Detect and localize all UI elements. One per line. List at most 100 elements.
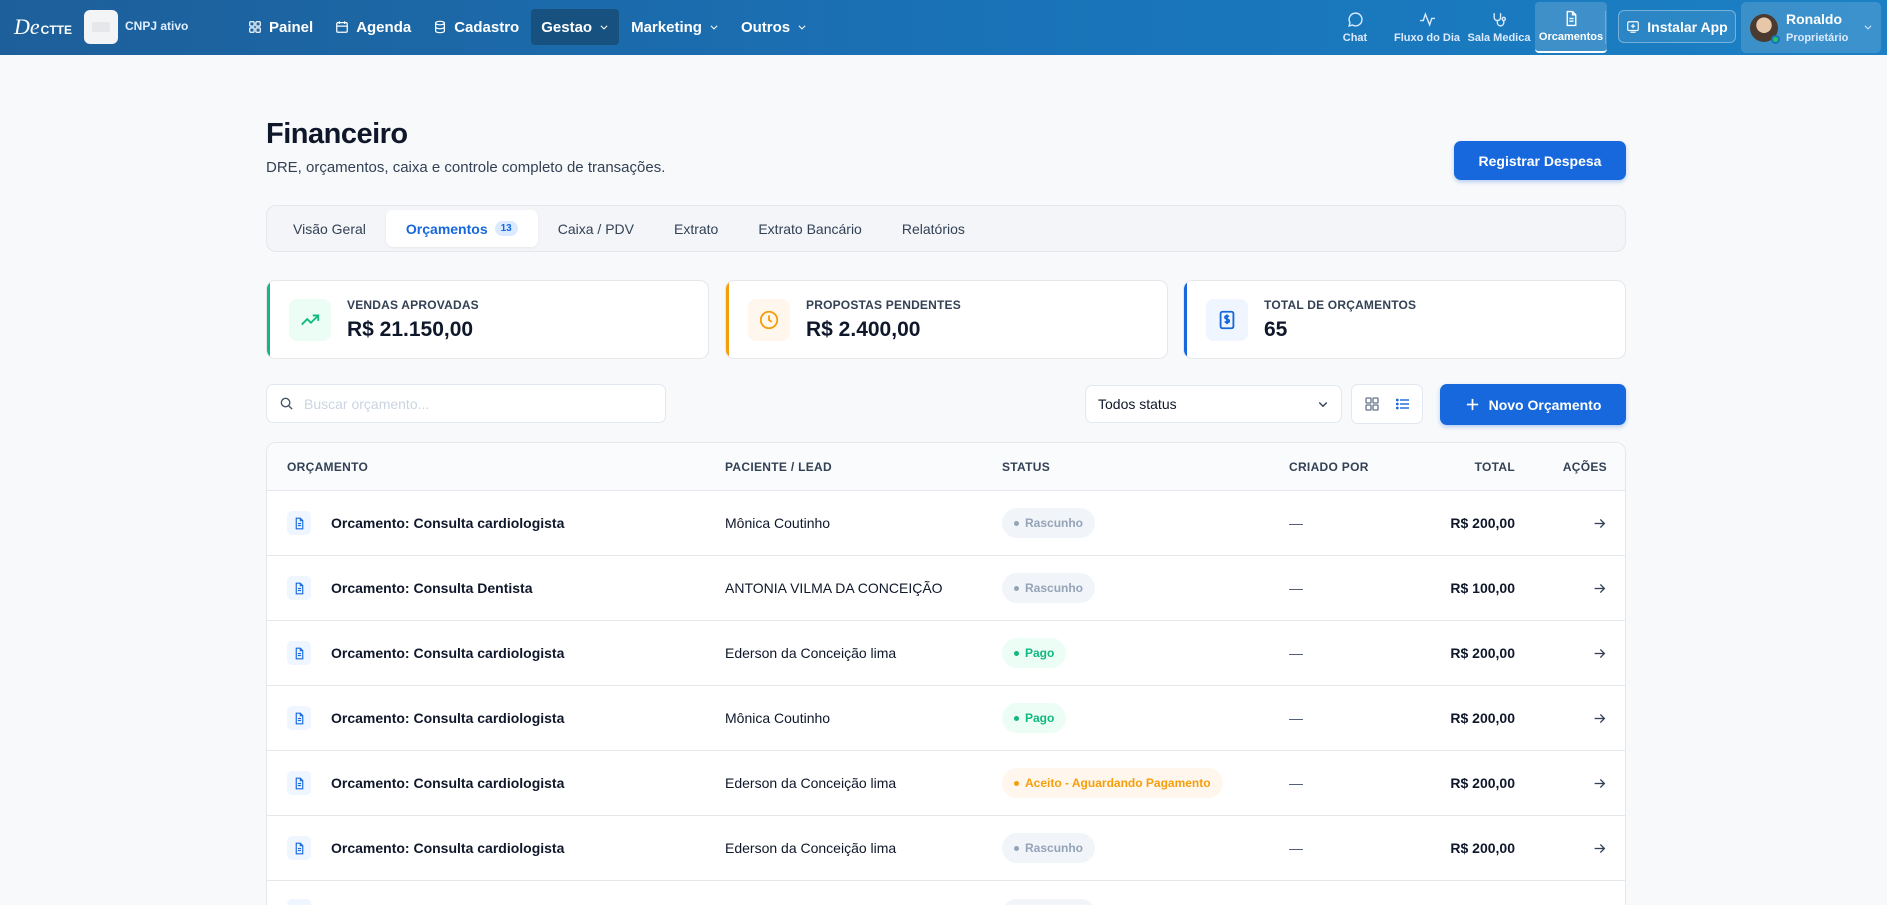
budget-total: R$ 200,00 — [1450, 645, 1515, 661]
user-name: Ronaldo — [1786, 11, 1842, 27]
budget-name: Orcamento: Consulta Dentista — [331, 580, 533, 596]
quick-sala-medica[interactable]: Sala Medica — [1463, 2, 1535, 53]
stat-label: VENDAS APROVADAS — [347, 297, 479, 312]
status-cell: Aceito - Aguardando Pagamento — [1002, 751, 1223, 815]
search-input[interactable] — [304, 395, 644, 412]
clinic-logo[interactable] — [84, 10, 118, 44]
tab-visao-geral[interactable]: Visão Geral — [273, 210, 386, 247]
created-by: — — [1289, 580, 1303, 596]
open-budget-button[interactable] — [1593, 491, 1607, 555]
status-dot — [1014, 780, 1019, 786]
patient-name: Mônica Coutinho — [725, 710, 831, 726]
stat-value: R$ 21.150,00 — [347, 317, 474, 341]
avatar — [1750, 13, 1780, 44]
tab-label: Caixa / PDV — [557, 220, 634, 237]
tab-extrato[interactable]: Extrato — [654, 210, 738, 247]
status-filter-select[interactable]: Todos status — [1085, 385, 1342, 423]
open-budget-button[interactable] — [1593, 816, 1607, 880]
logo-small: CTTE — [40, 23, 72, 37]
chevron-down-icon — [1318, 402, 1328, 408]
finance-tabs: Visão Geral Orçamentos 13 Caixa / PDV Ex… — [266, 205, 1626, 252]
open-budget-button[interactable] — [1593, 686, 1607, 750]
nav-agenda[interactable]: Agenda — [325, 9, 421, 45]
status-badge: Rascunho — [1002, 508, 1096, 538]
search-box — [266, 384, 666, 423]
quick-fluxo-do-dia[interactable]: Fluxo do Dia — [1391, 2, 1463, 53]
tab-extrato-bancario[interactable]: Extrato Bancário — [738, 210, 882, 247]
new-budget-label: Novo Orçamento — [1488, 396, 1602, 413]
nav-painel[interactable]: Painel — [238, 9, 323, 45]
quick-orcamentos[interactable]: Orcamentos — [1535, 2, 1607, 53]
grid-view-button[interactable] — [1358, 390, 1386, 418]
online-status-dot — [1771, 34, 1780, 44]
nav-cadastro[interactable]: Cadastro — [423, 9, 529, 45]
quick-label: Sala Medica — [1467, 32, 1531, 44]
budget-name: Orcamento: Consulta cardiologista — [331, 840, 565, 856]
logo-main: De — [14, 14, 40, 39]
quick-chat[interactable]: Chat — [1319, 2, 1391, 53]
nav-label: Painel — [269, 18, 314, 36]
open-budget-button[interactable] — [1593, 751, 1607, 815]
status-badge: Pago — [1002, 703, 1067, 733]
table-row[interactable]: Orcamento: Consulta cardiologista Ederso… — [267, 816, 1625, 881]
table-row[interactable]: Orcamento: Consulta cardiologista Ederso… — [267, 621, 1625, 686]
tab-label: Visão Geral — [293, 220, 366, 237]
view-toggle — [1351, 384, 1423, 424]
open-budget-button[interactable] — [1593, 621, 1607, 685]
quick-label: Fluxo do Dia — [1394, 32, 1460, 44]
stat-value: 65 — [1264, 317, 1288, 341]
tab-count-badge: 13 — [494, 221, 518, 236]
tab-label: Extrato — [673, 220, 719, 237]
register-expense-button[interactable]: Registrar Despesa — [1454, 141, 1626, 180]
new-budget-button[interactable]: Novo Orçamento — [1440, 384, 1626, 425]
nav-label: Outros — [740, 18, 791, 36]
stat-value: R$ 2.400,00 — [806, 317, 921, 341]
app-logo[interactable]: De CTTE — [14, 14, 72, 40]
table-row[interactable]: Orcamento: Consulta cardiologista Mônica… — [267, 686, 1625, 751]
status-badge: Pago — [1002, 638, 1067, 668]
nav-label: Gestao — [541, 18, 593, 36]
user-menu[interactable]: Ronaldo Proprietário — [1741, 2, 1881, 53]
nav-outros[interactable]: Outros — [731, 9, 817, 45]
status-cell: Rascunho — [1002, 556, 1096, 620]
list-view-button[interactable] — [1389, 390, 1417, 418]
col-header-created-by[interactable]: CRIADO POR — [1289, 460, 1369, 474]
database-icon — [435, 20, 446, 34]
install-app-button[interactable]: Instalar App — [1618, 10, 1736, 43]
page-subtitle: DRE, orçamentos, caixa e controle comple… — [266, 159, 666, 176]
col-header-budget[interactable]: ORÇAMENTO — [287, 460, 368, 474]
status-dot — [1014, 585, 1019, 591]
table-row[interactable]: Orcamento: Consulta cardiologista Mônica… — [267, 491, 1625, 556]
col-header-total[interactable]: TOTAL — [1475, 460, 1515, 474]
budget-name: Orcamento: Consulta cardiologista — [331, 515, 565, 531]
open-budget-button[interactable] — [1593, 556, 1607, 620]
topbar-divider — [1605, 11, 1606, 44]
clock-icon — [748, 298, 790, 341]
nav-marketing[interactable]: Marketing — [621, 9, 729, 45]
stat-label: TOTAL DE ORÇAMENTOS — [1264, 297, 1417, 312]
quick-label: Chat — [1342, 32, 1368, 44]
col-header-status[interactable]: STATUS — [1002, 460, 1050, 474]
table-row[interactable]: Orcamento: Consulta cardiologista Ederso… — [267, 751, 1625, 816]
status-badge: Rascunho — [1002, 833, 1096, 863]
budgets-table: ORÇAMENTO PACIENTE / LEAD STATUS CRIADO … — [266, 442, 1626, 905]
tab-caixa-pdv[interactable]: Caixa / PDV — [538, 210, 654, 247]
nav-label: Cadastro — [454, 18, 520, 36]
budget-total: R$ 100,00 — [1450, 580, 1515, 596]
tab-orcamentos[interactable]: Orçamentos 13 — [385, 210, 538, 247]
nav-gestao[interactable]: Gestao — [531, 9, 620, 45]
status-badge: Rascunho — [1002, 573, 1096, 603]
quick-label: Orcamentos — [1538, 31, 1604, 43]
created-by: — — [1289, 515, 1303, 531]
arrow-right-icon — [1594, 778, 1606, 788]
budget-name: Orcamento: Consulta cardiologista — [331, 710, 565, 726]
table-row-partial[interactable] — [267, 881, 1625, 905]
table-row[interactable]: Orcamento: Consulta Dentista ANTONIA VIL… — [267, 556, 1625, 621]
status-dot — [1014, 650, 1019, 656]
document-icon — [287, 641, 311, 665]
col-header-patient[interactable]: PACIENTE / LEAD — [725, 460, 832, 474]
grid-icon — [249, 21, 261, 33]
user-role: Proprietário — [1786, 32, 1849, 44]
tab-relatorios[interactable]: Relatórios — [882, 210, 985, 247]
trending-up-icon — [289, 298, 331, 341]
